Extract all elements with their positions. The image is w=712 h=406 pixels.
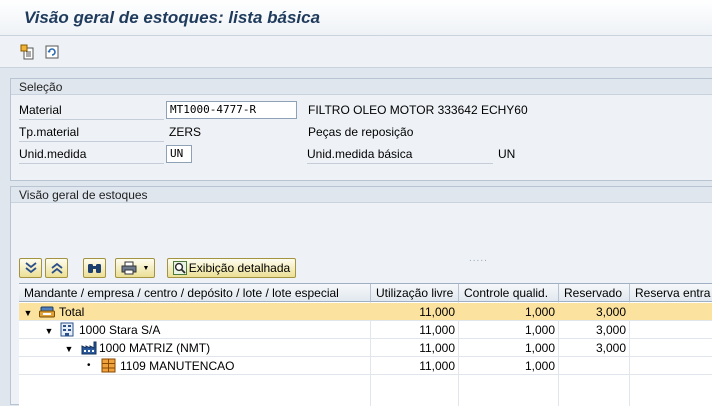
total-icon: [39, 304, 55, 322]
table-row[interactable]: ▼ 1000 Stara S/A 11,000 1,000 3,000: [19, 321, 712, 339]
reserved-value: [559, 357, 626, 375]
material-field[interactable]: MT1000-4777-R: [166, 101, 297, 119]
quality-stock-value: 1,000: [524, 341, 555, 355]
detail-view-label: Exibição detalhada: [188, 261, 291, 275]
table-row[interactable]: ▼ Total 11,000 1,000 3,000: [19, 303, 712, 321]
expand-all-icon: [24, 262, 37, 274]
stock-overview-group: Visão geral de estoques ..... ▼ Exibição…: [10, 186, 712, 406]
material-label: Material: [19, 100, 164, 120]
detail-view-button[interactable]: Exibição detalhada: [167, 258, 296, 278]
new-selection-button[interactable]: [18, 42, 38, 62]
quality-stock-value: 1,000: [524, 323, 555, 337]
column-header-free[interactable]: Utilização livre: [371, 284, 459, 302]
column-header-reserve-entry[interactable]: Reserva entra: [630, 284, 712, 302]
collapse-all-button[interactable]: [45, 258, 68, 278]
plant-icon: [81, 340, 97, 358]
material-type-description: Peças de reposição: [308, 125, 414, 139]
row-label: 1000 Stara S/A: [79, 323, 161, 337]
free-stock-value: 11,000: [419, 323, 455, 337]
selection-group: Seleção Material MT1000-4777-R FILTRO OL…: [10, 78, 712, 181]
splitter-grip[interactable]: .....: [469, 253, 488, 264]
selection-header: Seleção: [11, 79, 712, 95]
table-row[interactable]: ▼ 1000 MATRIZ (NMT) 11,000 1,000 3,000: [19, 339, 712, 357]
row-label: 1109 MANUTENCAO: [120, 359, 235, 373]
table-row[interactable]: • 1109 MANUTENCAO 11,000 1,000: [19, 357, 712, 375]
expanded-node-icon[interactable]: ▼: [63, 339, 75, 357]
stock-overview-header: Visão geral de estoques: [11, 187, 712, 203]
base-unit-label: Unid.medida básica: [307, 144, 493, 164]
storage-location-icon: [101, 358, 116, 376]
material-type-label: Tp.material: [19, 122, 164, 142]
expand-all-button[interactable]: [19, 258, 42, 278]
expanded-node-icon[interactable]: ▼: [43, 321, 55, 339]
row-label: 1000 MATRIZ (NMT): [99, 341, 211, 355]
unit-label: Unid.medida: [19, 144, 164, 164]
stock-grid: Mandante / empresa / centro / depósito /…: [19, 283, 712, 406]
expanded-node-icon[interactable]: ▼: [22, 303, 34, 321]
free-stock-value: 11,000: [419, 341, 455, 355]
refresh-icon: [45, 45, 59, 59]
leaf-node-icon: •: [87, 360, 91, 371]
row-label: Total: [59, 305, 85, 319]
collapse-all-icon: [50, 262, 63, 274]
title-bar: Visão geral de estoques: lista básica: [0, 0, 712, 36]
column-header-quality[interactable]: Controle qualid.: [459, 284, 559, 302]
company-icon: [60, 322, 74, 340]
print-button[interactable]: ▼: [115, 258, 155, 278]
new-selection-icon: [20, 44, 34, 60]
magnifier-icon: [172, 261, 187, 275]
chevron-down-icon[interactable]: ▼: [143, 265, 150, 272]
refresh-button[interactable]: [42, 42, 62, 62]
column-header-hierarchy[interactable]: Mandante / empresa / centro / depósito /…: [19, 284, 371, 302]
material-description: FILTRO OLEO MOTOR 333642 ECHY60: [308, 103, 528, 117]
quality-stock-value: 1,000: [524, 359, 555, 373]
application-toolbar: [0, 36, 712, 68]
free-stock-value: 11,000: [419, 305, 455, 319]
reserved-value: 3,000: [595, 305, 626, 319]
material-type-value: ZERS: [169, 125, 202, 139]
reserved-value: 3,000: [595, 323, 626, 337]
column-header-reserved[interactable]: Reservado: [559, 284, 630, 302]
binoculars-icon: [88, 264, 101, 273]
free-stock-value: 11,000: [419, 359, 455, 373]
find-button[interactable]: [83, 258, 106, 278]
printer-icon: [121, 261, 137, 275]
quality-stock-value: 1,000: [524, 305, 555, 319]
unit-field[interactable]: UN: [166, 145, 192, 163]
reserved-value: 3,000: [595, 341, 626, 355]
page-title: Visão geral de estoques: lista básica: [24, 8, 321, 27]
base-unit-value: UN: [498, 147, 516, 161]
